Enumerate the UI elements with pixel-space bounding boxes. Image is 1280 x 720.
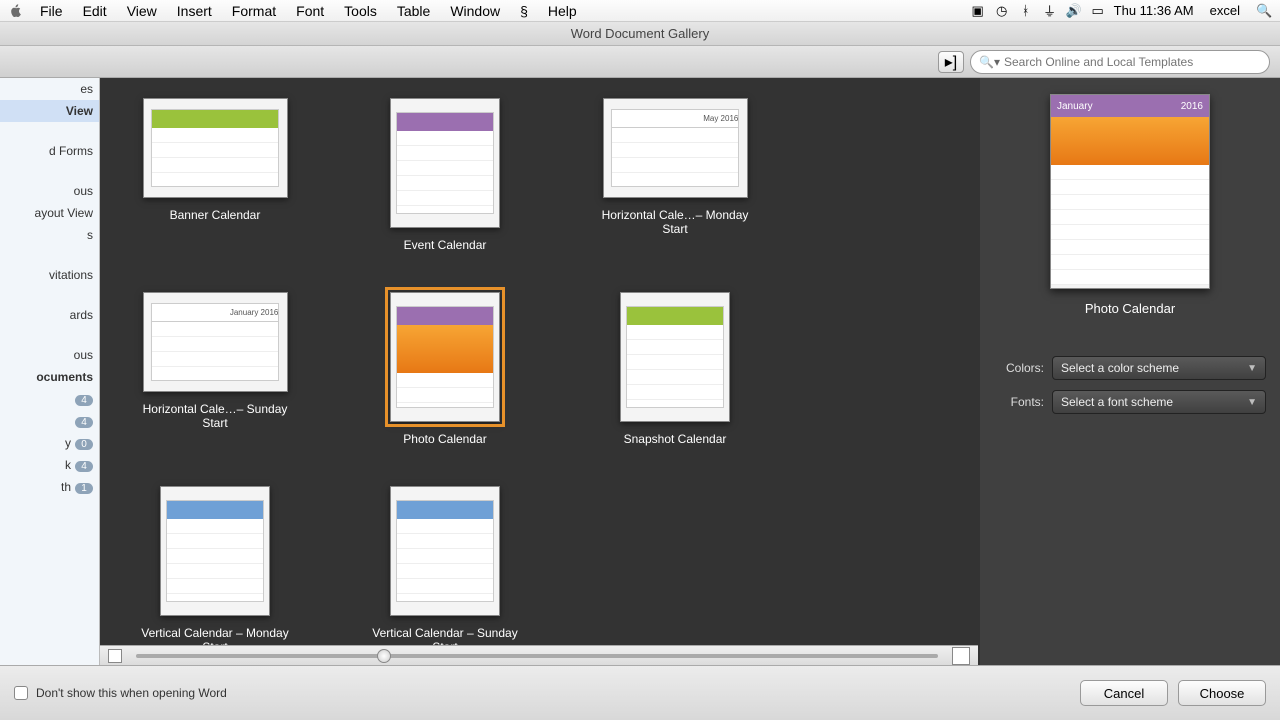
sidebar-item-documents[interactable]: ocuments [0, 366, 99, 388]
play-icon: ▸] [945, 52, 957, 72]
sidebar-item[interactable]: es [0, 78, 99, 100]
zoom-slider[interactable] [136, 654, 938, 658]
large-thumb-icon[interactable] [952, 647, 970, 665]
search-icon[interactable]: 🔍▾ [979, 55, 1000, 69]
template-thumbnail [620, 292, 730, 422]
template-label: Banner Calendar [170, 208, 261, 222]
sidebar-item[interactable]: ayout View [0, 202, 99, 224]
sidebar-recent[interactable]: th1 [0, 476, 99, 498]
menu-insert[interactable]: Insert [167, 3, 222, 19]
sidebar-item[interactable]: ous [0, 344, 99, 366]
sidebar-recent[interactable]: k4 [0, 454, 99, 476]
fonts-select[interactable]: Select a font scheme▼ [1052, 390, 1266, 414]
template-item[interactable]: Photo Calendar [360, 292, 530, 446]
timemachine-icon[interactable]: ◷ [994, 3, 1010, 19]
sidebar-recent[interactable]: 4 [0, 388, 99, 410]
menu-view[interactable]: View [117, 3, 167, 19]
template-thumbnail [390, 486, 500, 616]
dialog-footer: Don't show this when opening Word Cancel… [0, 665, 1280, 720]
battery-icon[interactable]: ▭ [1090, 3, 1106, 19]
screencast-icon[interactable]: ▣ [970, 3, 986, 19]
sidebar-recent[interactable]: y0 [0, 432, 99, 454]
thumbnail-size-bar [100, 645, 978, 665]
slideshow-button[interactable]: ▸] [938, 51, 964, 73]
search-wrap: 🔍▾ [970, 50, 1270, 74]
apple-icon [8, 3, 24, 19]
template-label: Snapshot Calendar [624, 432, 727, 446]
menubar-status: ▣ ◷ ᚼ ⏚ 🔊 ▭ Thu 11:36 AM excel 🔍 [970, 1, 1272, 20]
menu-format[interactable]: Format [222, 3, 286, 19]
template-item[interactable]: Snapshot Calendar [590, 292, 760, 446]
menu-file[interactable]: File [30, 3, 73, 19]
menu-tools[interactable]: Tools [334, 3, 387, 19]
sidebar-item[interactable]: ards [0, 304, 99, 326]
menu-font[interactable]: Font [286, 3, 334, 19]
slider-knob[interactable] [377, 649, 391, 663]
template-label: Event Calendar [404, 238, 487, 252]
fonts-label: Fonts: [994, 395, 1044, 409]
template-gallery: Banner Calendar Event Calendar May 2016 Hor… [100, 78, 980, 665]
cancel-button[interactable]: Cancel [1080, 680, 1168, 706]
menu-edit[interactable]: Edit [73, 3, 117, 19]
choose-button[interactable]: Choose [1178, 680, 1266, 706]
mac-menubar: File Edit View Insert Format Font Tools … [0, 0, 1280, 22]
bluetooth-icon[interactable]: ᚼ [1018, 3, 1034, 18]
menu-window[interactable]: Window [440, 3, 510, 19]
preview-title: Photo Calendar [1085, 301, 1175, 316]
chevron-down-icon: ▼ [1247, 363, 1257, 374]
active-app-name[interactable]: excel [1210, 3, 1240, 18]
small-thumb-icon[interactable] [108, 649, 122, 663]
gallery-toolbar: ▸] 🔍▾ [0, 46, 1280, 78]
dont-show-checkbox[interactable] [14, 686, 28, 700]
clock[interactable]: Thu 11:36 AM [1114, 3, 1194, 18]
template-thumbnail: May 2016 [603, 98, 748, 198]
template-item[interactable]: January 2016 Horizontal Cale…– Sunday Sta… [130, 292, 300, 446]
sidebar-item[interactable]: vitations [0, 264, 99, 286]
template-label: Horizontal Cale…– Monday Start [590, 208, 760, 236]
preview-pane: January 2016 Photo Calendar Colors: Sele… [980, 78, 1280, 665]
sidebar-item-view[interactable]: View [0, 100, 99, 122]
preview-month: January [1057, 101, 1093, 112]
template-thumbnail [143, 98, 288, 198]
template-thumbnail [160, 486, 270, 616]
dont-show-label: Don't show this when opening Word [36, 686, 227, 700]
template-item[interactable]: Event Calendar [360, 98, 530, 252]
sidebar-item[interactable]: ous [0, 180, 99, 202]
template-item[interactable]: May 2016 Horizontal Cale…– Monday Start [590, 98, 760, 252]
preview-year: 2016 [1181, 101, 1203, 112]
colors-select[interactable]: Select a color scheme▼ [1052, 356, 1266, 380]
window-title: Word Document Gallery [571, 26, 709, 41]
template-item[interactable]: Vertical Calendar – Sunday Start [360, 486, 530, 654]
template-item[interactable]: Banner Calendar [130, 98, 300, 252]
sidebar-item[interactable]: s [0, 224, 99, 246]
sidebar-recent[interactable]: 4 [0, 410, 99, 432]
script-icon[interactable]: § [510, 3, 538, 19]
menu-help[interactable]: Help [538, 3, 587, 19]
wifi-icon[interactable]: ⏚ [1042, 1, 1058, 20]
template-label: Horizontal Cale…– Sunday Start [130, 402, 300, 430]
template-item[interactable]: Vertical Calendar – Monday Start [130, 486, 300, 654]
spotlight-icon[interactable]: 🔍 [1256, 3, 1272, 19]
preview-thumbnail: January 2016 [1050, 94, 1210, 289]
template-label: Photo Calendar [403, 432, 486, 446]
chevron-down-icon: ▼ [1247, 397, 1257, 408]
volume-icon[interactable]: 🔊 [1066, 3, 1082, 19]
search-input[interactable] [1004, 55, 1261, 69]
template-category-sidebar[interactable]: es View d Forms ous ayout View s vitatio… [0, 78, 100, 665]
template-thumbnail [390, 98, 500, 228]
colors-label: Colors: [994, 361, 1044, 375]
template-thumbnail: January 2016 [143, 292, 288, 392]
template-thumbnail [390, 292, 500, 422]
sidebar-item[interactable]: d Forms [0, 140, 99, 162]
window-titlebar: Word Document Gallery [0, 22, 1280, 46]
menu-table[interactable]: Table [387, 3, 440, 19]
